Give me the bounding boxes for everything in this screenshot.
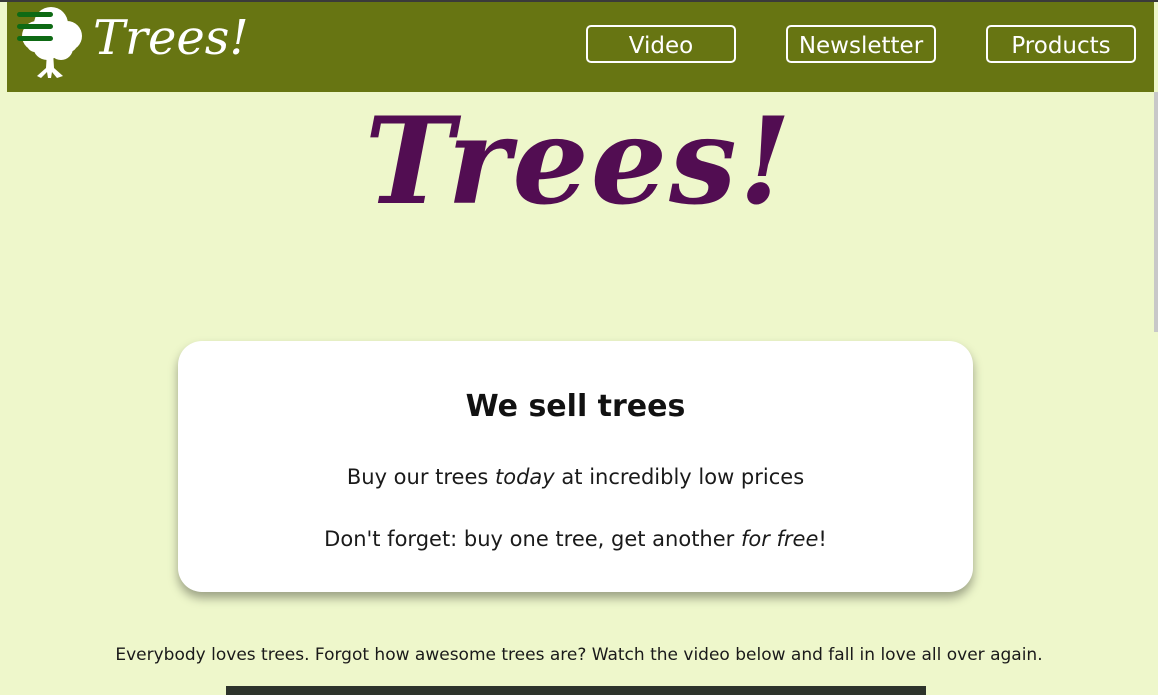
card-text-today: today xyxy=(495,465,555,489)
video-player[interactable] xyxy=(226,686,926,695)
hamburger-menu-icon[interactable] xyxy=(17,10,53,44)
hero-title: Trees! xyxy=(364,91,794,232)
card-title: We sell trees xyxy=(465,389,686,424)
scrollbar-thumb[interactable] xyxy=(1154,92,1158,332)
nav-products-button[interactable]: Products xyxy=(986,25,1136,63)
nav-video-button[interactable]: Video xyxy=(586,25,736,63)
brand-title[interactable]: Trees! xyxy=(93,3,249,73)
intro-text: Everybody loves trees. Forgot how awesom… xyxy=(115,645,1043,665)
card-text-offer-before: Don't forget: buy one tree, get another xyxy=(324,527,741,551)
card-text-offer-after: ! xyxy=(818,527,827,551)
navbar: Trees! Video Newsletter Products xyxy=(7,2,1154,92)
nav-newsletter-button[interactable]: Newsletter xyxy=(786,25,936,63)
card-text-for-free: for free xyxy=(740,527,819,551)
card-text-prices: Buy our trees today at incredibly low pr… xyxy=(178,462,973,492)
page: Trees! Video Newsletter Products Trees! … xyxy=(0,0,1158,695)
promo-card: We sell trees Buy our trees today at inc… xyxy=(178,341,973,592)
card-text-offer: Don't forget: buy one tree, get another … xyxy=(178,524,973,554)
card-text-prices-before: Buy our trees xyxy=(346,465,496,489)
card-text-prices-after: at incredibly low prices xyxy=(554,465,805,489)
